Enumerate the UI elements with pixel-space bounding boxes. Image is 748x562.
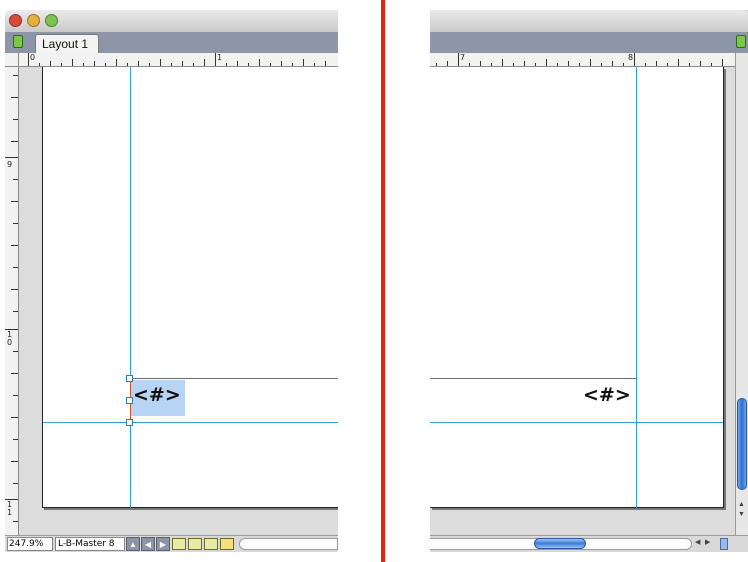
scroll-down-icon[interactable]: ▼ [738, 511, 745, 518]
frame-handle[interactable] [126, 397, 133, 404]
text-frame-top-edge [430, 378, 636, 379]
prev-page-icon[interactable]: ◀ [141, 537, 155, 551]
ruler-label-0: 0 [30, 53, 36, 62]
left-document-window: Layout 1 0 1 9 1 0 1 1 <#> 247.9% L-B-Ma… [5, 10, 338, 552]
preview-icon[interactable] [220, 538, 234, 550]
page[interactable] [430, 67, 724, 508]
frame-handle[interactable] [126, 419, 133, 426]
minimize-button[interactable] [27, 14, 40, 27]
status-bar: 247.9% L-B-Master 8 ▲ ◀ ▶ [5, 535, 338, 552]
window-titlebar [430, 10, 748, 33]
split-vertical-icon[interactable] [204, 538, 218, 550]
zoom-button[interactable] [45, 14, 58, 27]
vertical-scrollbar[interactable]: ▲ ▼ [735, 53, 748, 535]
window-titlebar [5, 10, 338, 33]
ruler-label-8: 8 [628, 53, 634, 62]
page-number-marker[interactable]: <#> [133, 384, 181, 406]
next-page-icon[interactable]: ▶ [156, 537, 170, 551]
resize-icon[interactable] [720, 538, 728, 550]
page-number-marker[interactable]: <#> [583, 384, 631, 406]
margin-guide[interactable] [43, 422, 338, 423]
master-page-field[interactable]: L-B-Master 8 [55, 537, 125, 551]
split-divider [381, 0, 385, 562]
ruler-origin[interactable] [5, 53, 19, 67]
vertical-ruler[interactable]: 9 1 0 1 1 [5, 67, 19, 535]
ruler-label-9: 9 [7, 160, 13, 169]
frame-handle[interactable] [126, 375, 133, 382]
text-frame-top-edge [130, 378, 338, 379]
ruler-label-10: 1 0 [7, 330, 13, 347]
layout-tab-bar [430, 32, 748, 54]
scroll-right-icon[interactable]: ▶ [705, 538, 710, 546]
horizontal-scrollbar[interactable] [239, 538, 338, 550]
ruler-label-7: 7 [460, 53, 466, 62]
column-guide[interactable] [130, 67, 131, 508]
scroll-left-icon[interactable]: ◀ [695, 538, 700, 546]
margin-guide[interactable] [430, 422, 723, 423]
layout-tab-bar: Layout 1 [5, 32, 338, 54]
zoom-field[interactable]: 247.9% [7, 537, 53, 551]
tab-layout-1[interactable]: Layout 1 [35, 34, 99, 53]
close-button[interactable] [9, 14, 22, 27]
split-horizontal-icon[interactable] [188, 538, 202, 550]
horizontal-ruler[interactable]: 7 8 [430, 53, 735, 67]
scroll-up-icon[interactable]: ▲ [738, 501, 745, 508]
right-document-window: 7 8 <#> ▲ ▼ ◀ ▶ [430, 10, 748, 552]
page[interactable] [42, 67, 338, 508]
horizontal-ruler[interactable]: 0 1 [19, 53, 338, 67]
horizontal-scroll-thumb[interactable] [534, 538, 586, 549]
vertical-scroll-thumb[interactable] [737, 398, 747, 490]
layout-view-icon[interactable] [172, 538, 186, 550]
ruler-label-11: 1 1 [7, 500, 13, 517]
layout-icon [736, 35, 746, 48]
master-menu-up-icon[interactable]: ▲ [126, 537, 140, 551]
ruler-label-1: 1 [217, 53, 223, 62]
column-guide[interactable] [636, 67, 637, 508]
layout-icon [13, 35, 23, 48]
status-bar: ◀ ▶ [430, 535, 748, 552]
